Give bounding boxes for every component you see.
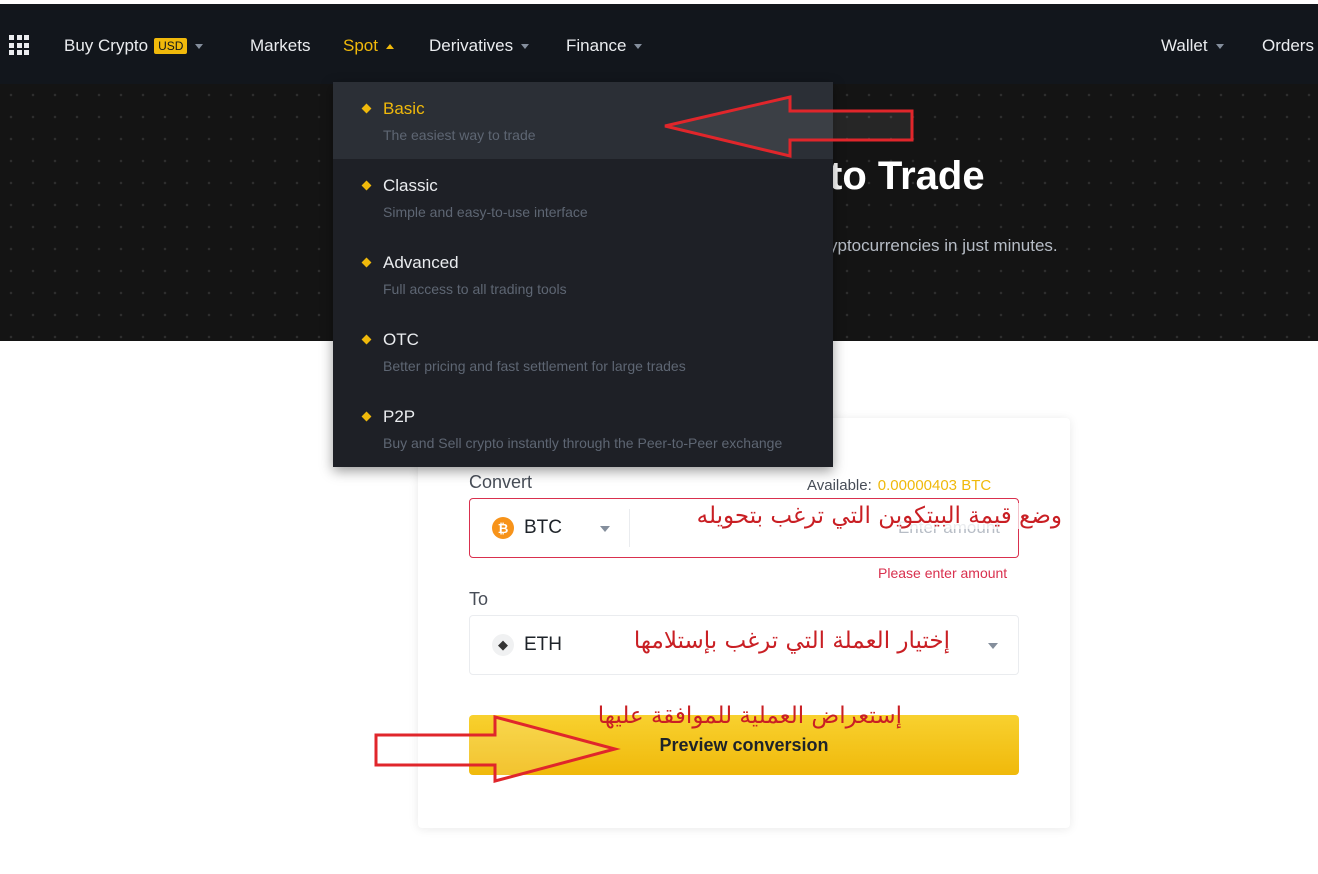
menu-item-advanced[interactable]: Advanced Full access to all trading tool… <box>333 236 833 313</box>
diamond-icon <box>361 411 372 422</box>
nav-wallet[interactable]: Wallet <box>1161 4 1224 88</box>
nav-markets[interactable]: Markets <box>250 4 310 88</box>
annotation-enter-amount: وضع قيمة البيتكوين التي ترغب بتحويله <box>696 503 1062 529</box>
hero-title: to Trade <box>829 154 985 198</box>
caret-down-icon[interactable] <box>988 643 998 649</box>
caret-up-icon <box>385 43 394 49</box>
menu-item-p2p[interactable]: P2P Buy and Sell crypto instantly throug… <box>333 390 833 467</box>
field-divider <box>629 509 630 547</box>
nav-finance-label: Finance <box>566 36 627 55</box>
available-value: 0.00000403 BTC <box>877 477 992 494</box>
nav-markets-label: Markets <box>250 36 311 55</box>
amount-error: Please enter amount <box>878 565 1008 581</box>
caret-down-icon <box>521 43 530 49</box>
caret-down-icon[interactable] <box>600 526 610 532</box>
annotation-review: إستعراض العملية للموافقة عليها <box>597 703 902 729</box>
diamond-icon <box>361 103 372 114</box>
nav-spot[interactable]: Spot <box>343 4 394 88</box>
nav-orders[interactable]: Orders <box>1262 4 1314 88</box>
nav-derivatives[interactable]: Derivatives <box>429 4 530 88</box>
menu-item-classic[interactable]: Classic Simple and easy-to-use interface <box>333 159 833 236</box>
convert-label: Convert <box>469 472 533 492</box>
ethereum-icon: ◆ <box>492 634 514 656</box>
menu-item-basic[interactable]: Basic The easiest way to trade <box>333 82 833 159</box>
to-label: To <box>469 589 489 609</box>
spot-dropdown-menu: Basic The easiest way to trade Classic S… <box>333 82 833 467</box>
menu-item-desc: Simple and easy-to-use interface <box>383 204 588 220</box>
annotation-choose-currency: إختيار العملة التي ترغب بإستلامها <box>633 628 950 654</box>
menu-item-desc: The easiest way to trade <box>383 127 536 143</box>
available-label: Available: <box>807 477 872 494</box>
available-balance: Available: 0.00000403 BTC <box>807 477 991 494</box>
to-coin-label: ETH <box>524 634 562 655</box>
diamond-icon <box>361 334 372 345</box>
apps-grid-icon[interactable] <box>9 35 29 55</box>
menu-item-title: Basic <box>383 99 425 118</box>
caret-down-icon <box>1215 43 1224 49</box>
menu-item-title: OTC <box>383 330 419 349</box>
nav-orders-label: Orders <box>1262 36 1314 55</box>
menu-item-desc: Better pricing and fast settlement for l… <box>383 358 686 374</box>
top-navbar: Buy Crypto USD Markets Spot Derivatives … <box>0 0 1318 84</box>
diamond-icon <box>361 257 372 268</box>
to-coin-select[interactable]: ◆ ETH <box>492 634 562 656</box>
nav-finance[interactable]: Finance <box>566 4 643 88</box>
nav-wallet-label: Wallet <box>1161 36 1208 55</box>
menu-item-desc: Full access to all trading tools <box>383 281 567 297</box>
from-coin-select[interactable]: ₿ BTC <box>492 517 562 539</box>
caret-down-icon <box>634 43 643 49</box>
nav-spot-label: Spot <box>343 36 378 55</box>
hero-subtitle: yptocurrencies in just minutes. <box>829 236 1058 255</box>
nav-buy-crypto[interactable]: Buy Crypto USD <box>64 4 204 88</box>
diamond-icon <box>361 180 372 191</box>
currency-badge: USD <box>154 38 188 54</box>
menu-item-desc: Buy and Sell crypto instantly through th… <box>383 435 783 451</box>
menu-item-title: Classic <box>383 176 438 195</box>
nav-buy-crypto-label: Buy Crypto <box>64 36 149 55</box>
from-coin-label: BTC <box>524 517 562 538</box>
nav-derivatives-label: Derivatives <box>429 36 514 55</box>
bitcoin-icon: ₿ <box>492 517 514 539</box>
caret-down-icon <box>195 43 204 49</box>
menu-item-otc[interactable]: OTC Better pricing and fast settlement f… <box>333 313 833 390</box>
menu-item-title: Advanced <box>383 253 459 272</box>
menu-item-title: P2P <box>383 407 416 426</box>
